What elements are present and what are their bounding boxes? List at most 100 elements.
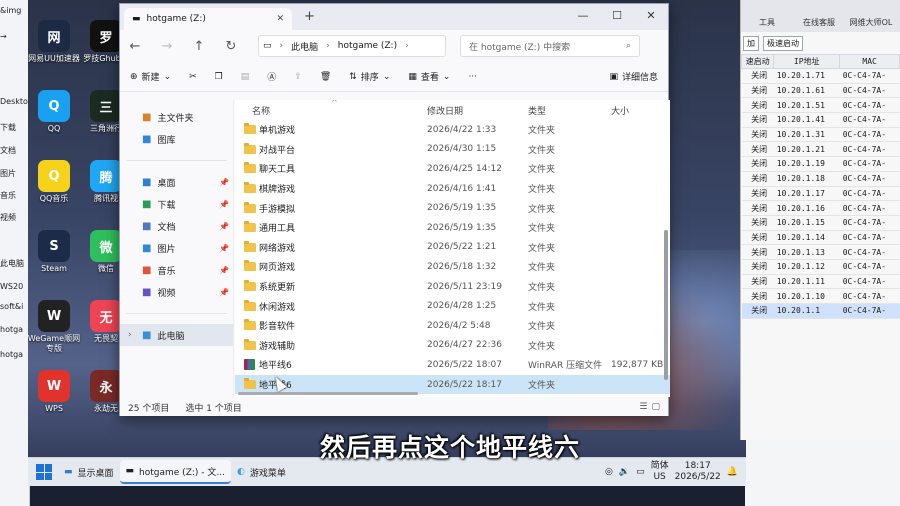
details-button[interactable]: ▣ 详细信息 [609, 70, 658, 84]
copy-button[interactable]: ❐ [215, 72, 223, 82]
ime-indicator[interactable]: 简体 US [651, 461, 669, 483]
pin-icon[interactable]: 📌 [219, 178, 229, 187]
sort-button[interactable]: ⇅ 排序 ⌄ [349, 70, 390, 84]
pin-icon[interactable]: 📌 [219, 200, 229, 209]
pin-icon[interactable]: 📌 [219, 244, 229, 253]
desktop-shortcut[interactable]: W WeGame顺网专版 [28, 300, 82, 354]
table-row[interactable]: 关闭 10.20.1.41 0C-C4-7A- [741, 112, 900, 128]
share-button[interactable]: ⇪ [294, 72, 302, 82]
pin-icon[interactable]: 📌 [219, 266, 229, 275]
desktop-shortcut[interactable]: Q QQ [28, 90, 82, 134]
new-tab-icon[interactable]: + [304, 9, 315, 24]
volume-icon[interactable]: 🔉 [619, 467, 630, 477]
desktop-shortcut[interactable]: 网网易UU加速器 [28, 20, 82, 64]
back-arrow-icon[interactable]: ← [126, 39, 144, 54]
col-type[interactable]: 类型 [528, 104, 546, 117]
battery-icon[interactable]: ▭ [636, 467, 645, 477]
nav-item-gallery[interactable]: ■ 图库 [120, 128, 233, 150]
minimize-icon[interactable]: — [566, 4, 600, 26]
col-name[interactable]: 名称 [252, 104, 270, 117]
list-item[interactable]: 网络游戏 2026/5/22 1:21 文件夹 [235, 238, 670, 258]
nav-item-download[interactable]: ■ 下载 📌 [120, 193, 233, 215]
app-tab[interactable]: 在线客服 [793, 17, 845, 32]
list-item[interactable]: 聊天工具 2026/4/25 14:12 文件夹 [235, 159, 670, 179]
forward-arrow-icon[interactable]: → [158, 39, 176, 54]
list-item[interactable]: 休闲游戏 2026/4/28 1:25 文件夹 [235, 296, 670, 316]
col-date[interactable]: 修改日期 [427, 104, 463, 117]
table-row[interactable]: 关闭 10.20.1.12 0C-C4-7A- [741, 259, 900, 275]
table-column-header[interactable]: 速启动 [740, 54, 775, 69]
app-button[interactable]: 加 [743, 35, 759, 51]
list-item[interactable]: 系统更新 2026/5/11 23:19 文件夹 [235, 277, 670, 297]
nav-item-documents[interactable]: ■ 文档 📌 [120, 215, 233, 237]
table-row[interactable]: 关闭 10.20.1.16 0C-C4-7A- [741, 200, 900, 216]
pin-icon[interactable]: 📌 [219, 222, 229, 231]
table-row[interactable]: 关闭 10.20.1.14 0C-C4-7A- [741, 230, 900, 246]
list-item[interactable]: 手游模拟 2026/5/19 1:35 文件夹 [235, 198, 670, 218]
refresh-icon[interactable]: ↻ [222, 39, 240, 54]
nav-item-desktop[interactable]: ■ 桌面 📌 [120, 171, 233, 193]
list-item[interactable]: 通用工具 2026/5/19 1:35 文件夹 [235, 218, 670, 238]
delete-button[interactable]: 🗑 [320, 72, 331, 82]
desktop-shortcut[interactable]: S Steam [28, 230, 82, 274]
nav-item-this-pc[interactable]: › ■ 此电脑 [120, 324, 233, 346]
app-button[interactable]: 极速启动 [763, 35, 803, 51]
list-item[interactable]: 棋牌游戏 2026/4/16 1:41 文件夹 [235, 179, 670, 199]
app-tab[interactable]: 网维大师OL [845, 17, 897, 32]
list-item[interactable]: 影音软件 2026/4/2 5:48 文件夹 [235, 316, 670, 336]
list-item[interactable]: 游戏辅助 2026/4/27 22:36 文件夹 [235, 336, 670, 356]
chevron-right-icon[interactable]: › [128, 330, 132, 340]
table-row[interactable]: 关闭 10.20.1.10 0C-C4-7A- [741, 288, 900, 304]
details-view-icon[interactable]: ☰ [639, 402, 647, 412]
list-item[interactable]: 网页游戏 2026/5/18 1:32 文件夹 [235, 257, 670, 277]
start-windows-icon[interactable] [36, 464, 52, 480]
desktop-shortcut[interactable]: Q QQ音乐 [28, 160, 82, 204]
view-button[interactable]: ▦ 查看 ⌄ [408, 70, 450, 84]
search-input[interactable]: 在 hotgame (Z:) 中搜索 ⌕ [460, 35, 640, 57]
table-row[interactable]: 关闭 10.20.1.71 0C-C4-7A- [741, 68, 900, 84]
up-arrow-icon[interactable]: ↑ [190, 39, 208, 54]
close-tab-icon[interactable]: ✕ [276, 14, 284, 24]
table-column-header[interactable]: MAC [839, 54, 900, 69]
desktop-shortcut[interactable]: W WPS [28, 370, 82, 414]
tiles-view-icon[interactable]: ▢ [651, 402, 660, 412]
table-row[interactable]: 关闭 10.20.1.61 0C-C4-7A- [741, 83, 900, 99]
table-row[interactable]: 关闭 10.20.1.15 0C-C4-7A- [741, 215, 900, 231]
cut-button[interactable]: ✂ [189, 72, 197, 82]
list-item[interactable]: 地平线6 2026/5/22 18:07 WinRAR 压缩文件 192,877 KB [235, 355, 670, 375]
table-row[interactable]: 关闭 10.20.1.11 0C-C4-7A- [741, 274, 900, 290]
list-item[interactable]: 对战平台 2026/4/30 1:15 文件夹 [235, 140, 670, 160]
col-size[interactable]: 大小 [611, 104, 629, 117]
rename-button[interactable]: Ⓐ [267, 70, 276, 83]
nav-item-videos[interactable]: ■ 视频 📌 [120, 281, 233, 303]
pin-icon[interactable]: 📌 [219, 288, 229, 297]
table-row[interactable]: 关闭 10.20.1.17 0C-C4-7A- [741, 186, 900, 202]
maximize-icon[interactable]: ☐ [600, 4, 634, 26]
new-button[interactable]: ⊕ 新建 ⌄ [130, 70, 171, 84]
paste-button[interactable]: ▤ [241, 72, 250, 82]
nav-item-pictures[interactable]: ■ 图片 📌 [120, 237, 233, 259]
nav-item-home[interactable]: ■ 主文件夹 [120, 106, 233, 128]
table-column-header[interactable]: IP地址 [773, 54, 841, 69]
vertical-scrollbar[interactable] [664, 230, 668, 380]
breadcrumb-this-pc[interactable]: 此电脑 [291, 40, 318, 53]
table-row[interactable]: 关闭 10.20.1.1 0C-C4-7A- [741, 303, 900, 319]
horizontal-scrollbar[interactable] [238, 392, 418, 395]
app-tab[interactable]: 工具 [741, 17, 793, 32]
address-path[interactable]: ▭ › 此电脑 › hotgame (Z:) › [258, 35, 446, 57]
table-row[interactable]: 关闭 10.20.1.19 0C-C4-7A- [741, 156, 900, 172]
close-window-icon[interactable]: ✕ [634, 4, 668, 26]
network-icon[interactable]: ◎ [605, 467, 613, 477]
nav-item-music[interactable]: ■ 音乐 📌 [120, 259, 233, 281]
list-item[interactable]: 单机游戏 2026/4/22 1:33 文件夹 [235, 120, 670, 140]
table-row[interactable]: 关闭 10.20.1.31 0C-C4-7A- [741, 127, 900, 143]
table-row[interactable]: 关闭 10.20.1.18 0C-C4-7A- [741, 171, 900, 187]
table-row[interactable]: 关闭 10.20.1.51 0C-C4-7A- [741, 97, 900, 114]
clock[interactable]: 18:17 2026/5/22 [675, 461, 721, 483]
more-button[interactable]: ··· [468, 72, 477, 82]
breadcrumb-hotgame[interactable]: hotgame (Z:) [338, 41, 397, 51]
tab-hotgame[interactable]: ▬ hotgame (Z:) ✕ [124, 8, 292, 30]
table-row[interactable]: 关闭 10.20.1.13 0C-C4-7A- [741, 244, 900, 260]
notification-bell-icon[interactable]: 🔔 [727, 467, 738, 477]
table-row[interactable]: 关闭 10.20.1.21 0C-C4-7A- [741, 141, 900, 158]
